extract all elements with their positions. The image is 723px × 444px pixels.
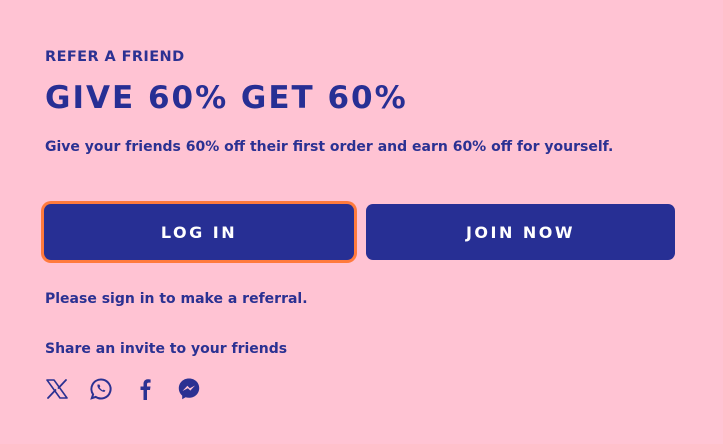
messenger-icon[interactable] (177, 377, 201, 401)
offer-description: Give your friends 60% off their first or… (45, 139, 614, 155)
social-share-row (45, 377, 201, 401)
share-label: Share an invite to your friends (45, 341, 288, 357)
whatsapp-icon[interactable] (89, 377, 113, 401)
facebook-icon[interactable] (133, 377, 157, 401)
join-now-button[interactable]: JOIN NOW (366, 204, 675, 260)
sign-in-note: Please sign in to make a referral. (45, 291, 308, 307)
refer-a-friend-panel: REFER A FRIEND GIVE 60% GET 60% Give you… (44, 0, 685, 444)
headline: GIVE 60% GET 60% (45, 80, 408, 116)
x-icon[interactable] (45, 377, 69, 401)
log-in-button[interactable]: LOG IN (44, 204, 354, 260)
eyebrow-label: REFER A FRIEND (45, 49, 185, 65)
